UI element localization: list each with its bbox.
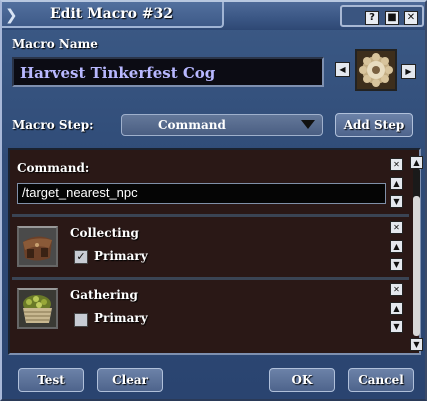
collecting-label: Collecting (70, 226, 139, 240)
command-input[interactable]: /target_nearest_npc (17, 183, 386, 204)
chevron-right-icon[interactable]: ❯ (5, 5, 18, 25)
add-step-button[interactable]: Add Step (335, 113, 413, 137)
remove-step-icon[interactable]: ✕ (390, 158, 403, 171)
window-title: Edit Macro #32 (50, 6, 174, 22)
macro-name-input[interactable]: Harvest Tinkerfest Cog (12, 57, 324, 87)
edit-macro-window: ❯ Edit Macro #32 ? ■ ✕ Macro Name Harves… (0, 0, 427, 401)
minimize-icon[interactable]: ■ (385, 11, 399, 25)
move-down-icon[interactable]: ▼ (390, 320, 403, 333)
title-tab: ❯ Edit Macro #32 (2, 2, 224, 28)
move-up-icon[interactable]: ▲ (390, 302, 403, 315)
row-divider (12, 214, 409, 217)
gathering-ability-icon (17, 288, 58, 329)
satchel-icon (19, 228, 56, 265)
dropdown-caret-icon (301, 120, 315, 129)
move-down-icon[interactable]: ▼ (390, 195, 403, 208)
move-up-icon[interactable]: ▲ (390, 240, 403, 253)
cog-icon (357, 51, 395, 89)
steps-panel: Command: /target_nearest_npc ✕ ▲ ▼ Colle… (8, 148, 423, 355)
cancel-button[interactable]: Cancel (348, 368, 414, 392)
scroll-down-icon[interactable]: ▼ (410, 338, 423, 351)
macro-icon[interactable] (355, 49, 397, 91)
gathering-primary-label: Primary (94, 311, 148, 325)
macro-name-label: Macro Name (12, 37, 98, 51)
remove-step-icon[interactable]: ✕ (390, 221, 403, 234)
icon-next-arrow-icon[interactable]: ▶ (401, 64, 416, 79)
command-label: Command: (17, 161, 90, 175)
help-icon[interactable]: ? (365, 11, 379, 25)
collecting-ability-icon (17, 226, 58, 267)
close-icon[interactable]: ✕ (404, 11, 418, 25)
title-buttons: ? ■ ✕ (340, 5, 424, 27)
macro-step-selected: Command (158, 118, 226, 132)
clear-button[interactable]: Clear (97, 368, 163, 392)
move-down-icon[interactable]: ▼ (390, 258, 403, 271)
collecting-primary-label: Primary (94, 249, 148, 263)
test-button[interactable]: Test (18, 368, 84, 392)
collecting-primary-checkbox[interactable]: ✓ (74, 250, 88, 264)
gathering-primary-checkbox[interactable] (74, 313, 88, 327)
basket-icon (19, 290, 56, 327)
row-divider (12, 277, 409, 280)
gathering-label: Gathering (70, 288, 138, 302)
remove-step-icon[interactable]: ✕ (390, 283, 403, 296)
macro-step-label: Macro Step: (12, 118, 94, 132)
scrollbar-thumb[interactable] (413, 196, 420, 336)
title-bar[interactable]: ❯ Edit Macro #32 ? ■ ✕ (2, 2, 425, 30)
icon-prev-arrow-icon[interactable]: ◀ (335, 62, 350, 77)
macro-step-select[interactable]: Command (121, 114, 323, 136)
ok-button[interactable]: OK (269, 368, 335, 392)
move-up-icon[interactable]: ▲ (390, 177, 403, 190)
